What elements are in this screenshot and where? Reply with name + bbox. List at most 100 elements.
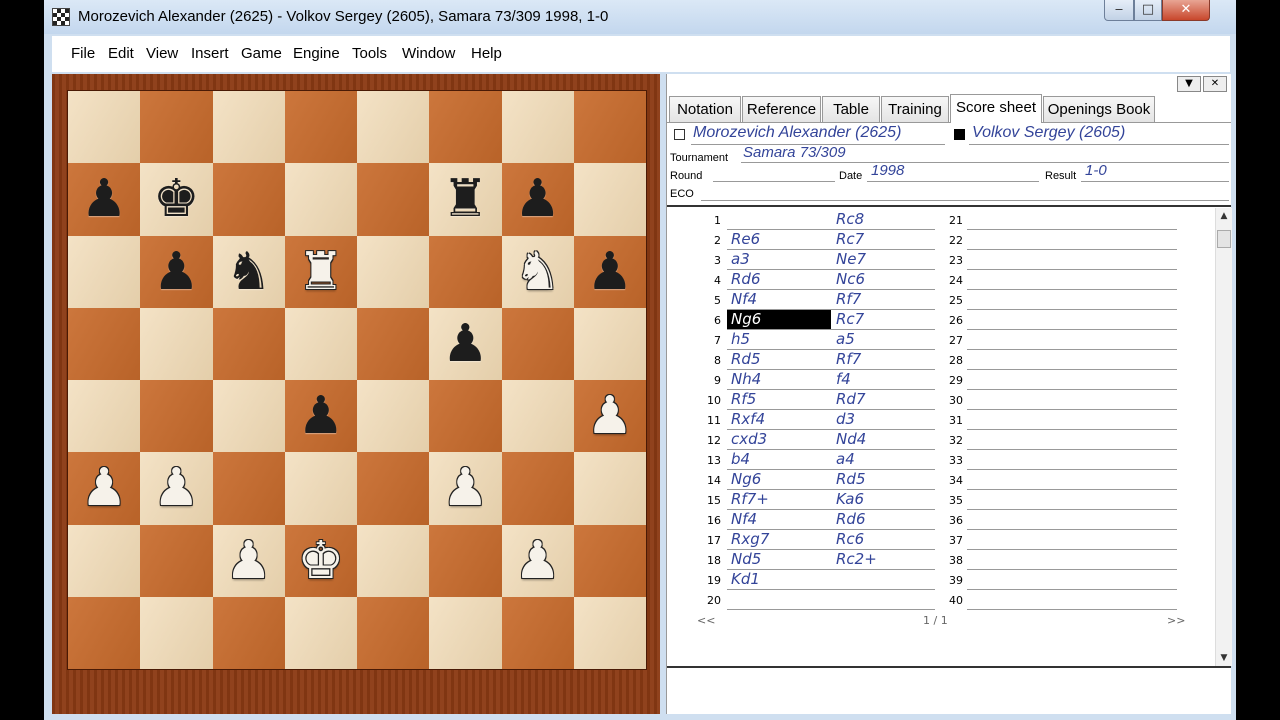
square-c5[interactable] bbox=[212, 307, 285, 380]
white-move[interactable]: h5 bbox=[727, 330, 831, 349]
menu-tools[interactable]: Tools bbox=[352, 45, 387, 62]
prev-page-button[interactable]: << bbox=[697, 614, 715, 627]
square-h3[interactable] bbox=[573, 452, 646, 525]
black-move[interactable]: Rd5 bbox=[832, 470, 936, 489]
black-move[interactable]: Rc7 bbox=[832, 230, 936, 249]
chess-board[interactable]: ♟ ♚ ♜ ♟ ♟ ♞ ♜ ♞ ♟ ♟ ♟ ♟ ♟ ♟ ♟ ♟ ♚ ♟ bbox=[67, 90, 647, 670]
square-d8[interactable] bbox=[284, 91, 357, 164]
piece-g7[interactable]: ♟ bbox=[502, 163, 574, 235]
white-move[interactable]: Nf4 bbox=[727, 510, 831, 529]
white-move[interactable]: Rxg7 bbox=[727, 530, 831, 549]
square-f2[interactable] bbox=[429, 524, 502, 597]
square-f6[interactable] bbox=[429, 235, 502, 308]
square-g3[interactable] bbox=[501, 452, 574, 525]
white-move[interactable] bbox=[727, 210, 831, 229]
square-d3[interactable] bbox=[284, 452, 357, 525]
white-move[interactable] bbox=[727, 590, 831, 609]
square-f8[interactable] bbox=[429, 91, 502, 164]
tab-notation[interactable]: Notation bbox=[669, 96, 741, 122]
square-h1[interactable] bbox=[573, 596, 646, 669]
square-f4[interactable] bbox=[429, 380, 502, 453]
square-a1[interactable] bbox=[68, 596, 141, 669]
square-h7[interactable] bbox=[573, 163, 646, 236]
square-a2[interactable] bbox=[68, 524, 141, 597]
date-value[interactable]: 1998 bbox=[871, 162, 904, 179]
square-a6[interactable] bbox=[68, 235, 141, 308]
square-a5[interactable] bbox=[68, 307, 141, 380]
piece-a3[interactable]: ♟ bbox=[68, 452, 140, 524]
black-move[interactable]: Ne7 bbox=[832, 250, 936, 269]
menu-insert[interactable]: Insert bbox=[191, 45, 229, 62]
black-move[interactable]: Rf7 bbox=[832, 290, 936, 309]
scrollbar-thumb[interactable] bbox=[1217, 230, 1231, 248]
white-move[interactable]: b4 bbox=[727, 450, 831, 469]
minimize-button[interactable]: ‒ bbox=[1104, 0, 1134, 21]
black-move[interactable]: Nd4 bbox=[832, 430, 936, 449]
tab-score-sheet[interactable]: Score sheet bbox=[950, 94, 1042, 123]
piece-d2[interactable]: ♚ bbox=[285, 525, 357, 597]
black-move[interactable] bbox=[832, 570, 936, 589]
panel-dropdown-button[interactable]: ▼ bbox=[1177, 76, 1201, 92]
tab-training[interactable]: Training bbox=[881, 96, 949, 122]
black-move[interactable]: Nc6 bbox=[832, 270, 936, 289]
square-h2[interactable] bbox=[573, 524, 646, 597]
black-move[interactable]: Rd6 bbox=[832, 510, 936, 529]
white-move[interactable]: Rxf4 bbox=[727, 410, 831, 429]
white-move[interactable]: Rd6 bbox=[727, 270, 831, 289]
black-move[interactable]: Rd7 bbox=[832, 390, 936, 409]
white-move[interactable]: a3 bbox=[727, 250, 831, 269]
scroll-up-arrow-icon[interactable]: ▲ bbox=[1216, 208, 1232, 224]
white-move[interactable]: Nd5 bbox=[727, 550, 831, 569]
white-move[interactable]: Re6 bbox=[727, 230, 831, 249]
square-c3[interactable] bbox=[212, 452, 285, 525]
square-e1[interactable] bbox=[357, 596, 430, 669]
piece-b7[interactable]: ♚ bbox=[140, 163, 212, 235]
piece-g6[interactable]: ♞ bbox=[502, 236, 574, 308]
square-b5[interactable] bbox=[140, 307, 213, 380]
black-player[interactable]: Volkov Sergey (2605) bbox=[972, 124, 1125, 142]
square-d7[interactable] bbox=[284, 163, 357, 236]
white-move[interactable]: Nf4 bbox=[727, 290, 831, 309]
tab-reference[interactable]: Reference bbox=[742, 96, 821, 122]
piece-c2[interactable]: ♟ bbox=[213, 525, 285, 597]
square-e6[interactable] bbox=[357, 235, 430, 308]
tab-table[interactable]: Table bbox=[822, 96, 880, 122]
square-e3[interactable] bbox=[357, 452, 430, 525]
menu-help[interactable]: Help bbox=[471, 45, 502, 62]
black-move[interactable]: a5 bbox=[832, 330, 936, 349]
title-bar[interactable]: Morozevich Alexander (2625) - Volkov Ser… bbox=[44, 0, 1236, 34]
square-a8[interactable] bbox=[68, 91, 141, 164]
white-player[interactable]: Morozevich Alexander (2625) bbox=[693, 124, 901, 142]
next-page-button[interactable]: >> bbox=[1167, 614, 1185, 627]
chessboard-app-icon[interactable] bbox=[52, 8, 70, 26]
white-move[interactable]: Rf7+ bbox=[727, 490, 831, 509]
vertical-scrollbar[interactable]: ▲ ▼ bbox=[1215, 208, 1232, 666]
square-c1[interactable] bbox=[212, 596, 285, 669]
scroll-down-arrow-icon[interactable]: ▼ bbox=[1216, 650, 1232, 666]
square-a4[interactable] bbox=[68, 380, 141, 453]
square-e4[interactable] bbox=[357, 380, 430, 453]
piece-c6[interactable]: ♞ bbox=[213, 236, 285, 308]
maximize-button[interactable]: □ bbox=[1134, 0, 1162, 21]
square-e2[interactable] bbox=[357, 524, 430, 597]
menu-engine[interactable]: Engine bbox=[293, 45, 340, 62]
menu-game[interactable]: Game bbox=[241, 45, 282, 62]
piece-d6[interactable]: ♜ bbox=[285, 236, 357, 308]
square-e7[interactable] bbox=[357, 163, 430, 236]
piece-b3[interactable]: ♟ bbox=[140, 452, 212, 524]
black-move[interactable]: a4 bbox=[832, 450, 936, 469]
piece-h6[interactable]: ♟ bbox=[574, 236, 646, 308]
white-move[interactable]: Rd5 bbox=[727, 350, 831, 369]
menu-edit[interactable]: Edit bbox=[108, 45, 134, 62]
white-move[interactable]: Kd1 bbox=[727, 570, 831, 589]
square-c4[interactable] bbox=[212, 380, 285, 453]
square-g8[interactable] bbox=[501, 91, 574, 164]
piece-b6[interactable]: ♟ bbox=[140, 236, 212, 308]
square-h5[interactable] bbox=[573, 307, 646, 380]
square-d1[interactable] bbox=[284, 596, 357, 669]
piece-f5[interactable]: ♟ bbox=[429, 308, 501, 380]
piece-a7[interactable]: ♟ bbox=[68, 163, 140, 235]
white-move[interactable]: cxd3 bbox=[727, 430, 831, 449]
menu-window[interactable]: Window bbox=[402, 45, 455, 62]
white-move[interactable]: Nh4 bbox=[727, 370, 831, 389]
